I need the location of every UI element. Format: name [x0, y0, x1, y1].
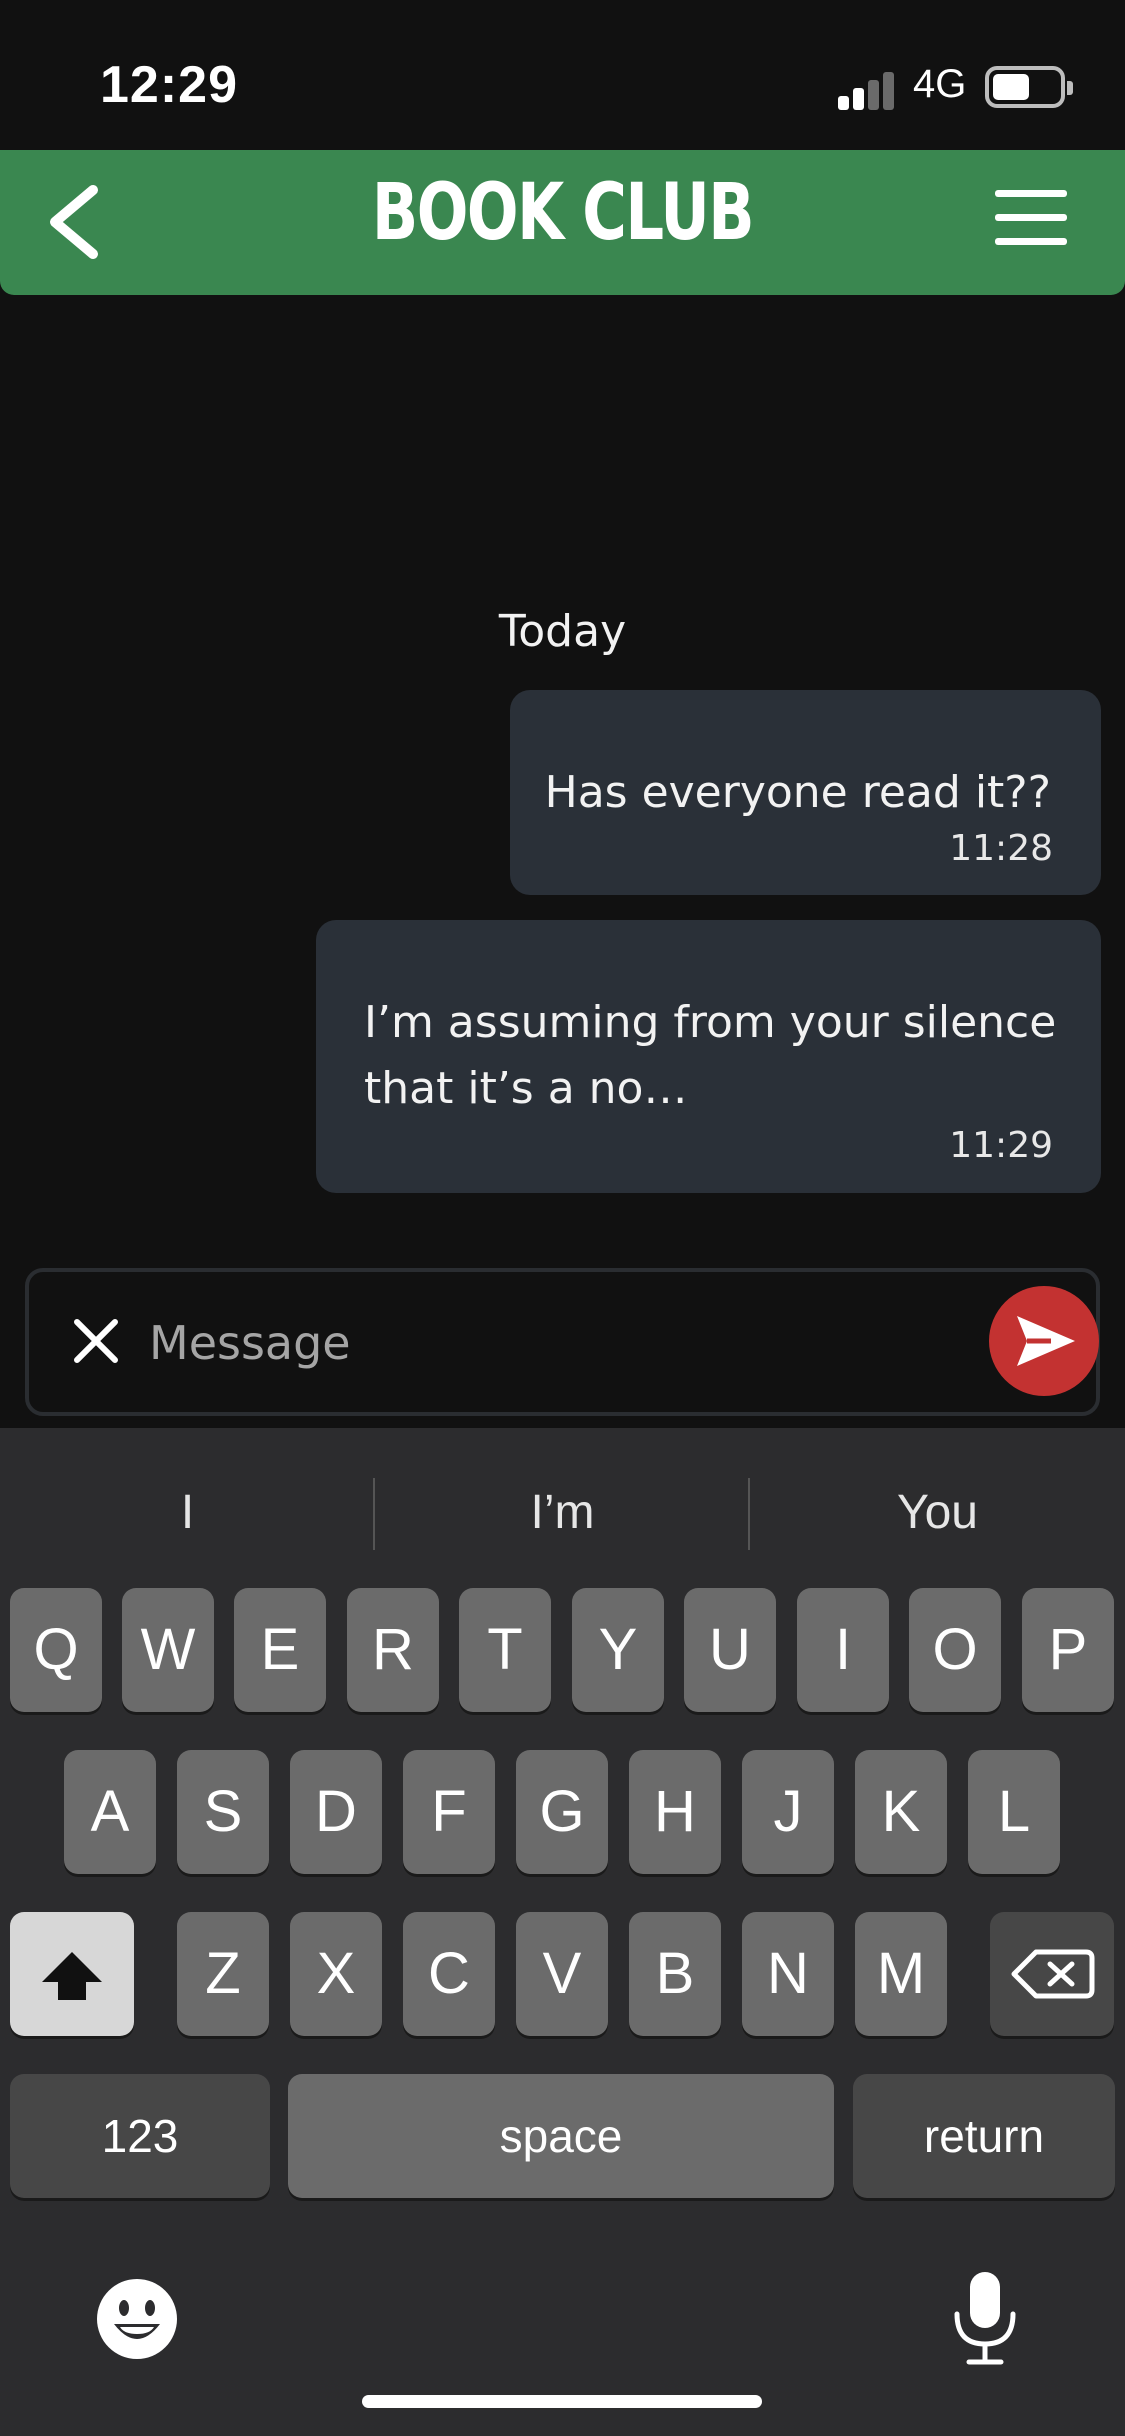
- key-x[interactable]: X: [290, 1912, 382, 2036]
- send-icon: [1017, 1316, 1075, 1366]
- status-bar: 12:29 4G: [0, 0, 1125, 150]
- key-n[interactable]: N: [742, 1912, 834, 2036]
- suggestion-item[interactable]: I: [0, 1468, 375, 1558]
- suggestion-item[interactable]: You: [750, 1468, 1125, 1558]
- status-time: 12:29: [100, 56, 238, 114]
- key-z[interactable]: Z: [177, 1912, 269, 2036]
- microphone-icon: [954, 2272, 1016, 2365]
- key-s[interactable]: S: [177, 1750, 269, 1874]
- back-button[interactable]: [35, 172, 135, 272]
- message-composer: [25, 1268, 1100, 1416]
- key-y[interactable]: Y: [572, 1588, 664, 1712]
- message-time: 11:28: [949, 828, 1053, 869]
- shift-key[interactable]: [10, 1912, 134, 2036]
- page-title: BOOK CLUB: [371, 168, 755, 258]
- battery-icon: [985, 66, 1073, 108]
- key-t[interactable]: T: [459, 1588, 551, 1712]
- suggestion-bar: I I’m You: [0, 1468, 1125, 1558]
- key-m[interactable]: M: [855, 1912, 947, 2036]
- keyboard: I I’m You Q W E R T Y U I O P A S D F G …: [0, 1428, 1125, 2436]
- key-k[interactable]: K: [855, 1750, 947, 1874]
- key-d[interactable]: D: [290, 1750, 382, 1874]
- chevron-left-icon: [50, 185, 98, 259]
- message-text: I’m assuming from your silence that it’s…: [364, 997, 1057, 1114]
- microphone-button[interactable]: [945, 2268, 1025, 2368]
- network-label: 4G: [913, 62, 967, 106]
- key-u[interactable]: U: [684, 1588, 776, 1712]
- key-q[interactable]: Q: [10, 1588, 102, 1712]
- day-separator: Today: [498, 606, 627, 657]
- key-b[interactable]: B: [629, 1912, 721, 2036]
- return-key[interactable]: return: [853, 2074, 1115, 2198]
- shift-icon: [42, 1952, 102, 2000]
- key-p[interactable]: P: [1022, 1588, 1114, 1712]
- numbers-key[interactable]: 123: [10, 2074, 270, 2198]
- backspace-icon: [1011, 1949, 1095, 1999]
- hamburger-menu-icon: [995, 190, 1067, 197]
- key-r[interactable]: R: [347, 1588, 439, 1712]
- delete-key[interactable]: [990, 1912, 1114, 2036]
- emoji-button[interactable]: [92, 2274, 182, 2364]
- home-indicator[interactable]: [362, 2395, 762, 2408]
- key-i[interactable]: I: [797, 1588, 889, 1712]
- emoji-icon: [97, 2279, 177, 2359]
- suggestion-item[interactable]: I’m: [375, 1468, 750, 1558]
- space-key[interactable]: space: [288, 2074, 834, 2198]
- menu-button[interactable]: [990, 190, 1070, 250]
- message-bubble[interactable]: Has everyone read it?? 11:28: [510, 690, 1101, 895]
- key-o[interactable]: O: [909, 1588, 1001, 1712]
- key-g[interactable]: G: [516, 1750, 608, 1874]
- signal-icon: [838, 70, 898, 110]
- key-e[interactable]: E: [234, 1588, 326, 1712]
- key-c[interactable]: C: [403, 1912, 495, 2036]
- message-text: Has everyone read it??: [544, 767, 1051, 818]
- key-f[interactable]: F: [403, 1750, 495, 1874]
- key-w[interactable]: W: [122, 1588, 214, 1712]
- message-time: 11:29: [949, 1125, 1053, 1166]
- clear-button[interactable]: [67, 1312, 125, 1370]
- key-l[interactable]: L: [968, 1750, 1060, 1874]
- key-j[interactable]: J: [742, 1750, 834, 1874]
- key-h[interactable]: H: [629, 1750, 721, 1874]
- message-input[interactable]: [149, 1307, 969, 1379]
- app-header: BOOK CLUB: [0, 150, 1125, 295]
- close-icon: [74, 1319, 118, 1363]
- message-bubble[interactable]: I’m assuming from your silence that it’s…: [316, 920, 1101, 1193]
- key-a[interactable]: A: [64, 1750, 156, 1874]
- key-v[interactable]: V: [516, 1912, 608, 2036]
- send-button[interactable]: [989, 1286, 1099, 1396]
